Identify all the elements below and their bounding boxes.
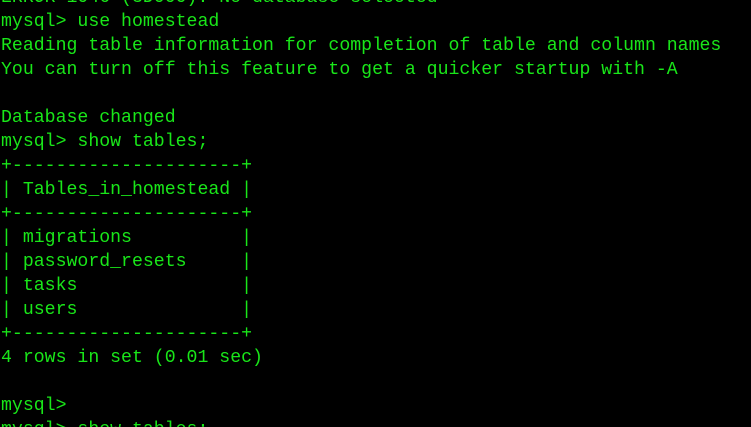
table-row: | migrations | (1, 228, 253, 248)
terminal-line-database-changed: Database changed (1, 108, 176, 128)
terminal-window[interactable]: ERROR 1046 (3D000): No database selected… (0, 0, 751, 427)
terminal-output: ERROR 1046 (3D000): No database selected… (1, 0, 721, 427)
terminal-line-reading-info: Reading table information for completion… (1, 36, 722, 56)
terminal-line-show-tables-command: mysql> show tables; (1, 132, 209, 152)
table-row: | tasks | (1, 276, 253, 296)
table-border-top: +---------------------+ (1, 156, 253, 176)
table-border-header: +---------------------+ (1, 204, 253, 224)
terminal-line-error: ERROR 1046 (3D000): No database selected (1, 0, 721, 10)
terminal-line-partial-command: mysql> show tables; (1, 418, 721, 427)
table-header-row: | Tables_in_homestead | (1, 180, 253, 200)
terminal-line-row-count: 4 rows in set (0.01 sec) (1, 348, 263, 368)
terminal-line-startup-hint: You can turn off this feature to get a q… (1, 60, 678, 80)
table-border-bottom: +---------------------+ (1, 324, 253, 344)
terminal-prompt[interactable]: mysql> (1, 394, 721, 418)
table-row: | password_resets | (1, 252, 253, 272)
terminal-line-use-command: mysql> use homestead (1, 12, 220, 32)
table-row: | users | (1, 300, 253, 320)
